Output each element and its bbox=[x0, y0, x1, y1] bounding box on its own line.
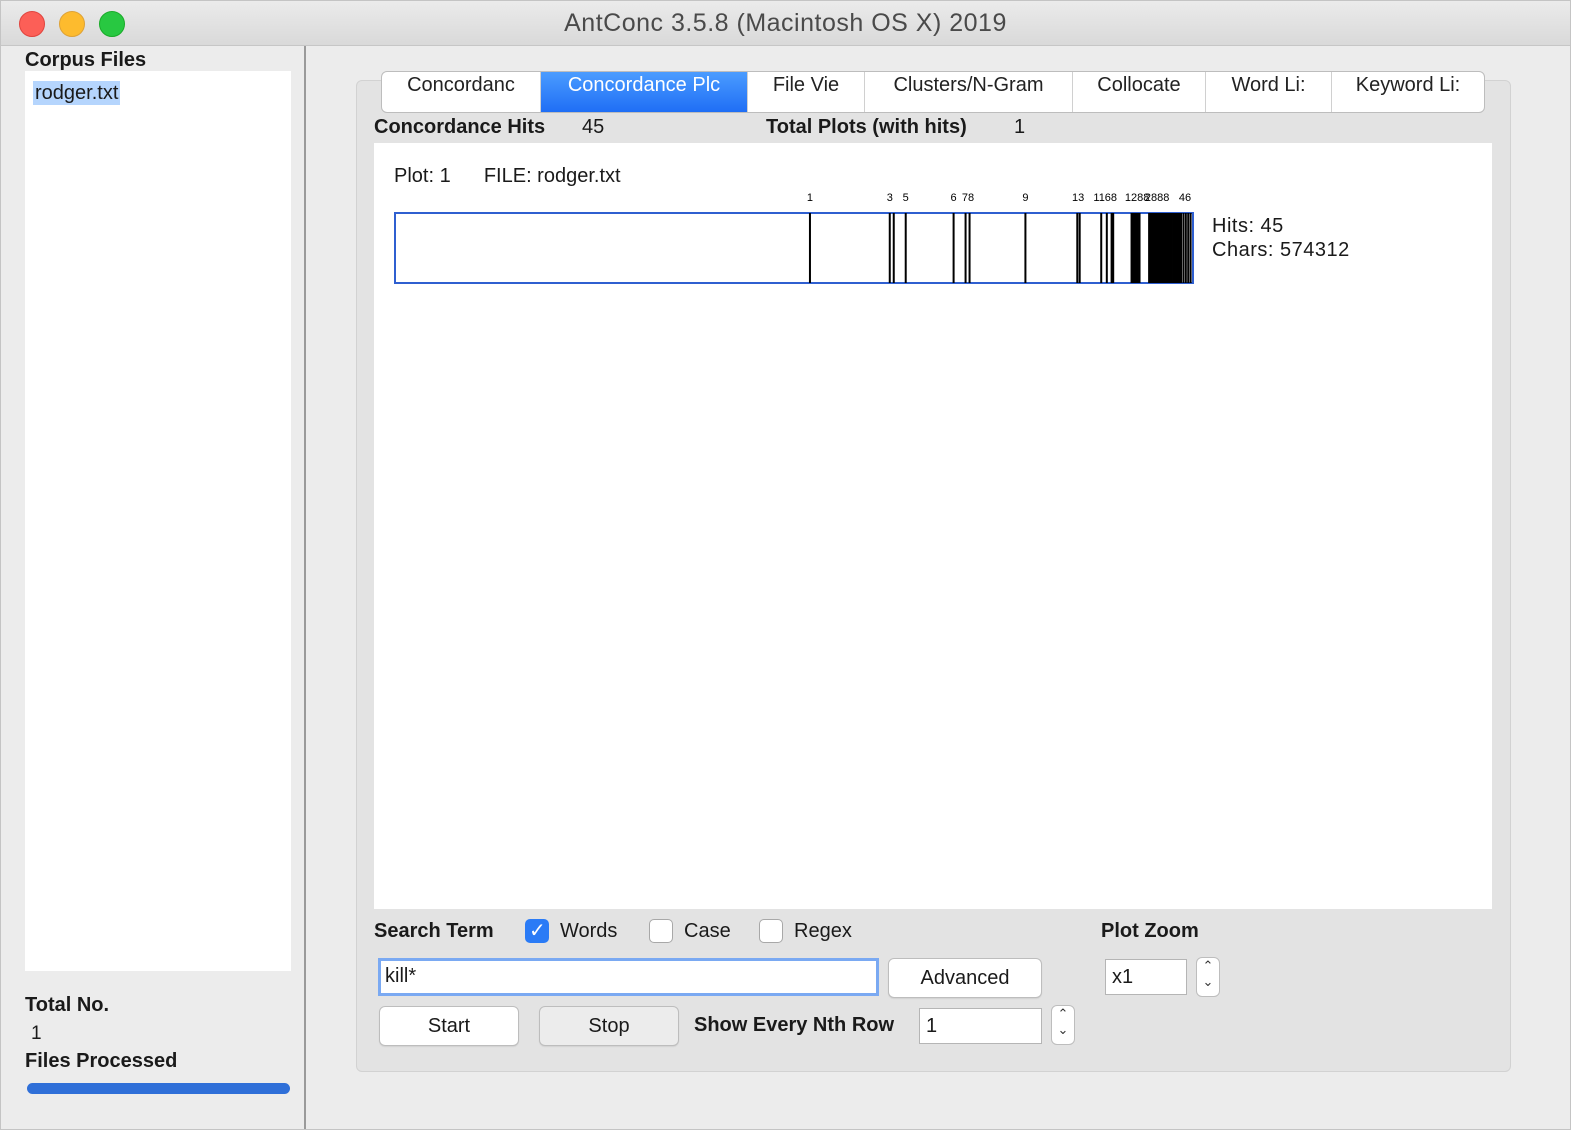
tab-keyword-list[interactable]: Keyword Li: bbox=[1332, 72, 1484, 112]
search-term-label: Search Term bbox=[374, 920, 494, 942]
title-bar: AntConc 3.5.8 (Macintosh OS X) 2019 bbox=[1, 1, 1570, 46]
chevron-down-icon[interactable]: ⌄ bbox=[1197, 974, 1219, 990]
hit-number-label: 2888 bbox=[1145, 192, 1169, 204]
hit-number-label: 1 bbox=[807, 192, 813, 204]
concordance-hits-value: 45 bbox=[582, 116, 605, 138]
total-plots-value: 1 bbox=[1014, 116, 1026, 138]
regex-checkbox-label: Regex bbox=[794, 920, 852, 942]
words-checkbox[interactable] bbox=[525, 918, 549, 943]
search-term-input[interactable]: kill* bbox=[378, 958, 879, 996]
nth-row-stepper[interactable]: ⌃ ⌄ bbox=[1051, 1005, 1075, 1045]
tab-collocates[interactable]: Collocate bbox=[1073, 72, 1206, 112]
concordance-plot-area[interactable]: Plot: 1 FILE: rodger.txt 1 3 5 6 78 9 13 1168 12… bbox=[374, 143, 1492, 909]
plot-zoom-stepper[interactable]: ⌃ ⌄ bbox=[1196, 957, 1220, 997]
files-processed-label: Files Processed bbox=[25, 1050, 178, 1072]
plot-summary: Hits: 45 Chars: 574312 bbox=[1212, 214, 1350, 262]
plot-zoom-label: Plot Zoom bbox=[1101, 920, 1199, 942]
chevron-down-icon[interactable]: ⌄ bbox=[1052, 1022, 1074, 1038]
tab-file-view[interactable]: File Vie bbox=[748, 72, 865, 112]
hit-number-label: 9 bbox=[1022, 192, 1028, 204]
stop-button[interactable]: Stop bbox=[539, 1006, 679, 1046]
tab-concordance-plot[interactable]: Concordance Plc bbox=[541, 72, 748, 112]
hit-number-label: 5 bbox=[903, 192, 909, 204]
case-checkbox[interactable] bbox=[649, 919, 673, 943]
hit-number-label: 1168 bbox=[1093, 192, 1117, 204]
tab-concordance[interactable]: Concordanc bbox=[382, 72, 541, 112]
start-button[interactable]: Start bbox=[379, 1006, 519, 1046]
hit-number-label: 3 bbox=[887, 192, 893, 204]
total-no-label: Total No. bbox=[25, 994, 110, 1016]
plot-zoom-field[interactable]: x1 bbox=[1105, 959, 1187, 995]
hit-number-label: 46 bbox=[1179, 192, 1191, 204]
chevron-up-icon[interactable]: ⌃ bbox=[1052, 1006, 1074, 1022]
hit-number-label: 13 bbox=[1072, 192, 1084, 204]
total-plots-label: Total Plots (with hits) bbox=[766, 116, 967, 138]
tab-word-list[interactable]: Word Li: bbox=[1206, 72, 1332, 112]
left-panel: Corpus Files rodger.txt Total No. 1 File… bbox=[1, 46, 306, 1129]
regex-checkbox[interactable] bbox=[759, 919, 783, 943]
window-title: AntConc 3.5.8 (Macintosh OS X) 2019 bbox=[564, 9, 1007, 37]
chevron-up-icon[interactable]: ⌃ bbox=[1197, 958, 1219, 974]
plot-frame bbox=[394, 212, 1194, 284]
total-no-value: 1 bbox=[31, 1023, 42, 1044]
app-window: AntConc 3.5.8 (Macintosh OS X) 2019 Corp… bbox=[0, 0, 1571, 1130]
hit-number-label: 6 bbox=[951, 192, 957, 204]
files-processed-progress-bar bbox=[27, 1083, 290, 1094]
hit-number-label: 78 bbox=[962, 192, 974, 204]
concordance-hits-label: Concordance Hits bbox=[374, 116, 546, 138]
plot-hits-count: Hits: 45 bbox=[1212, 215, 1284, 237]
words-checkbox-label: Words bbox=[560, 920, 618, 942]
tool-tabs: Concordanc Concordance Plc File Vie Clus… bbox=[381, 71, 1485, 113]
show-every-nth-row-label: Show Every Nth Row bbox=[694, 1014, 895, 1036]
plot-chars-count: Chars: 574312 bbox=[1212, 239, 1350, 261]
tab-clusters-ngrams[interactable]: Clusters/N-Gram bbox=[865, 72, 1073, 112]
nth-row-field[interactable]: 1 bbox=[919, 1008, 1042, 1044]
corpus-files-label: Corpus Files bbox=[25, 49, 147, 71]
corpus-file-list[interactable]: rodger.txt bbox=[25, 71, 291, 971]
advanced-button[interactable]: Advanced bbox=[888, 958, 1042, 998]
case-checkbox-label: Case bbox=[684, 920, 731, 942]
corpus-file-item[interactable]: rodger.txt bbox=[33, 81, 121, 105]
